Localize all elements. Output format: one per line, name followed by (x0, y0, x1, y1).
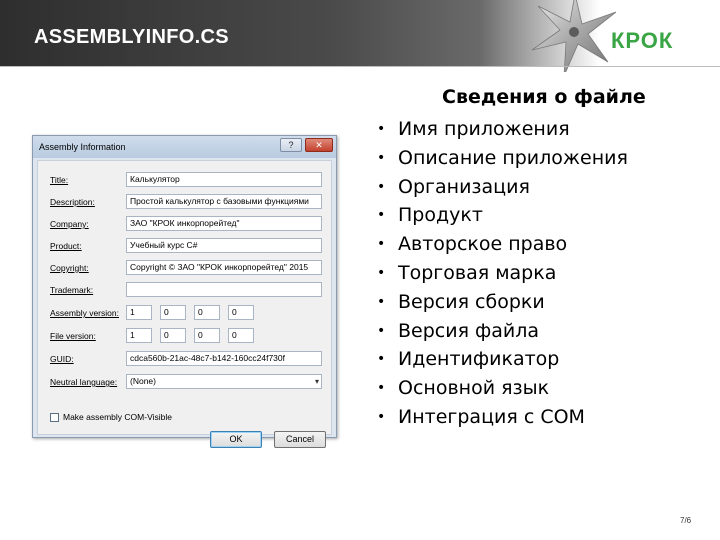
bullet-icon: • (377, 380, 386, 397)
copyright-field[interactable]: Copyright © ЗАО "КРОК инкорпорейтед" 201… (126, 260, 322, 275)
bullet-icon: • (377, 408, 386, 425)
copyright-label: Copyright: (50, 263, 89, 273)
list-item-text: Торговая марка (398, 261, 557, 284)
list-item: • Интеграция с COM (377, 404, 628, 433)
com-visible-checkbox[interactable] (50, 413, 59, 422)
guid-field[interactable]: cdca560b-21ac-48c7-b142-160cc24f730f (126, 351, 322, 366)
page-number: 7/6 (680, 516, 692, 525)
product-label: Product: (50, 241, 82, 251)
bullet-icon: • (377, 149, 386, 166)
list-item-text: Версия сборки (398, 290, 545, 313)
title-label: Title: (50, 175, 69, 185)
dialog-body: Title: Калькулятор Description: Простой … (37, 160, 332, 448)
file-version-major[interactable]: 1 (126, 328, 152, 343)
ok-button[interactable]: OK (210, 431, 262, 448)
dialog-title: Assembly Information (39, 142, 126, 152)
file-version-revision[interactable]: 0 (228, 328, 254, 343)
list-item-text: Авторское право (398, 233, 568, 256)
help-button[interactable]: ? (280, 138, 302, 152)
bullet-icon: • (377, 351, 386, 368)
info-heading: Сведения о файле (442, 86, 646, 108)
bullet-icon: • (377, 293, 386, 310)
list-item: • Версия файла (377, 318, 628, 347)
description-field[interactable]: Простой калькулятор с базовыми функциями (126, 194, 322, 209)
bullet-icon: • (377, 322, 386, 339)
bullet-icon: • (377, 236, 386, 253)
assembly-info-dialog: Assembly Information ? ✕ Title: Калькуля… (32, 135, 337, 448)
dialog-titlebar[interactable]: Assembly Information ? ✕ (33, 136, 336, 158)
cancel-button[interactable]: Cancel (274, 431, 326, 448)
neutral-language-select[interactable]: (None) ▾ (126, 374, 322, 389)
bullet-icon: • (377, 121, 386, 137)
file-version-minor[interactable]: 0 (160, 328, 186, 343)
assembly-version-minor[interactable]: 0 (160, 305, 186, 320)
list-item-text: Имя приложения (398, 118, 570, 140)
assembly-version-label: Assembly version: (50, 308, 119, 318)
slide-header: ASSEMBLYINFO.CS КРОК (0, 0, 720, 72)
header-divider (0, 66, 720, 67)
assembly-version-build[interactable]: 0 (194, 305, 220, 320)
list-item-text: Версия файла (398, 319, 540, 342)
bullet-icon: • (377, 207, 386, 224)
list-item: • Версия сборки (377, 289, 628, 318)
guid-label: GUID: (50, 354, 74, 364)
trademark-label: Trademark: (50, 285, 94, 295)
com-visible-label[interactable]: Make assembly COM-Visible (63, 412, 172, 422)
product-field[interactable]: Учебный курс C# (126, 238, 322, 253)
title-field[interactable]: Калькулятор (126, 172, 322, 187)
slide-title: ASSEMBLYINFO.CS (34, 26, 229, 48)
company-field[interactable]: ЗАО "КРОК инкорпорейтед" (126, 216, 322, 231)
info-list: • Имя приложения • Описание приложения • Ор… (377, 116, 628, 433)
list-item: • Торговая марка (377, 260, 628, 289)
list-item: • Организация (377, 174, 628, 203)
description-label: Description: (50, 197, 95, 207)
list-item-text: Организация (398, 175, 530, 198)
chevron-down-icon: ▾ (314, 377, 319, 386)
neutral-language-label: Neutral language: (50, 377, 118, 387)
bullet-icon: • (377, 178, 386, 195)
close-button[interactable]: ✕ (305, 138, 333, 152)
assembly-version-revision[interactable]: 0 (228, 305, 254, 320)
list-item-text: Описание приложения (398, 146, 628, 169)
list-item: • Продукт (377, 202, 628, 231)
file-version-build[interactable]: 0 (194, 328, 220, 343)
list-item-text: Основной язык (398, 377, 550, 400)
list-item: • Имя приложения (377, 116, 628, 145)
logo-text: КРОК (611, 28, 674, 53)
bullet-icon: • (377, 264, 386, 281)
trademark-field[interactable] (126, 282, 322, 297)
list-item: • Основной язык (377, 375, 628, 404)
list-item: • Авторское право (377, 231, 628, 260)
list-item-text: Продукт (398, 204, 483, 227)
list-item-text: Интеграция с COM (398, 405, 585, 428)
assembly-version-major[interactable]: 1 (126, 305, 152, 320)
list-item-text: Идентификатор (398, 348, 560, 371)
neutral-language-value: (None) (130, 376, 156, 386)
company-label: Company: (50, 219, 89, 229)
file-version-label: File version: (50, 331, 96, 341)
list-item: • Идентификатор (377, 346, 628, 375)
list-item: • Описание приложения (377, 145, 628, 174)
